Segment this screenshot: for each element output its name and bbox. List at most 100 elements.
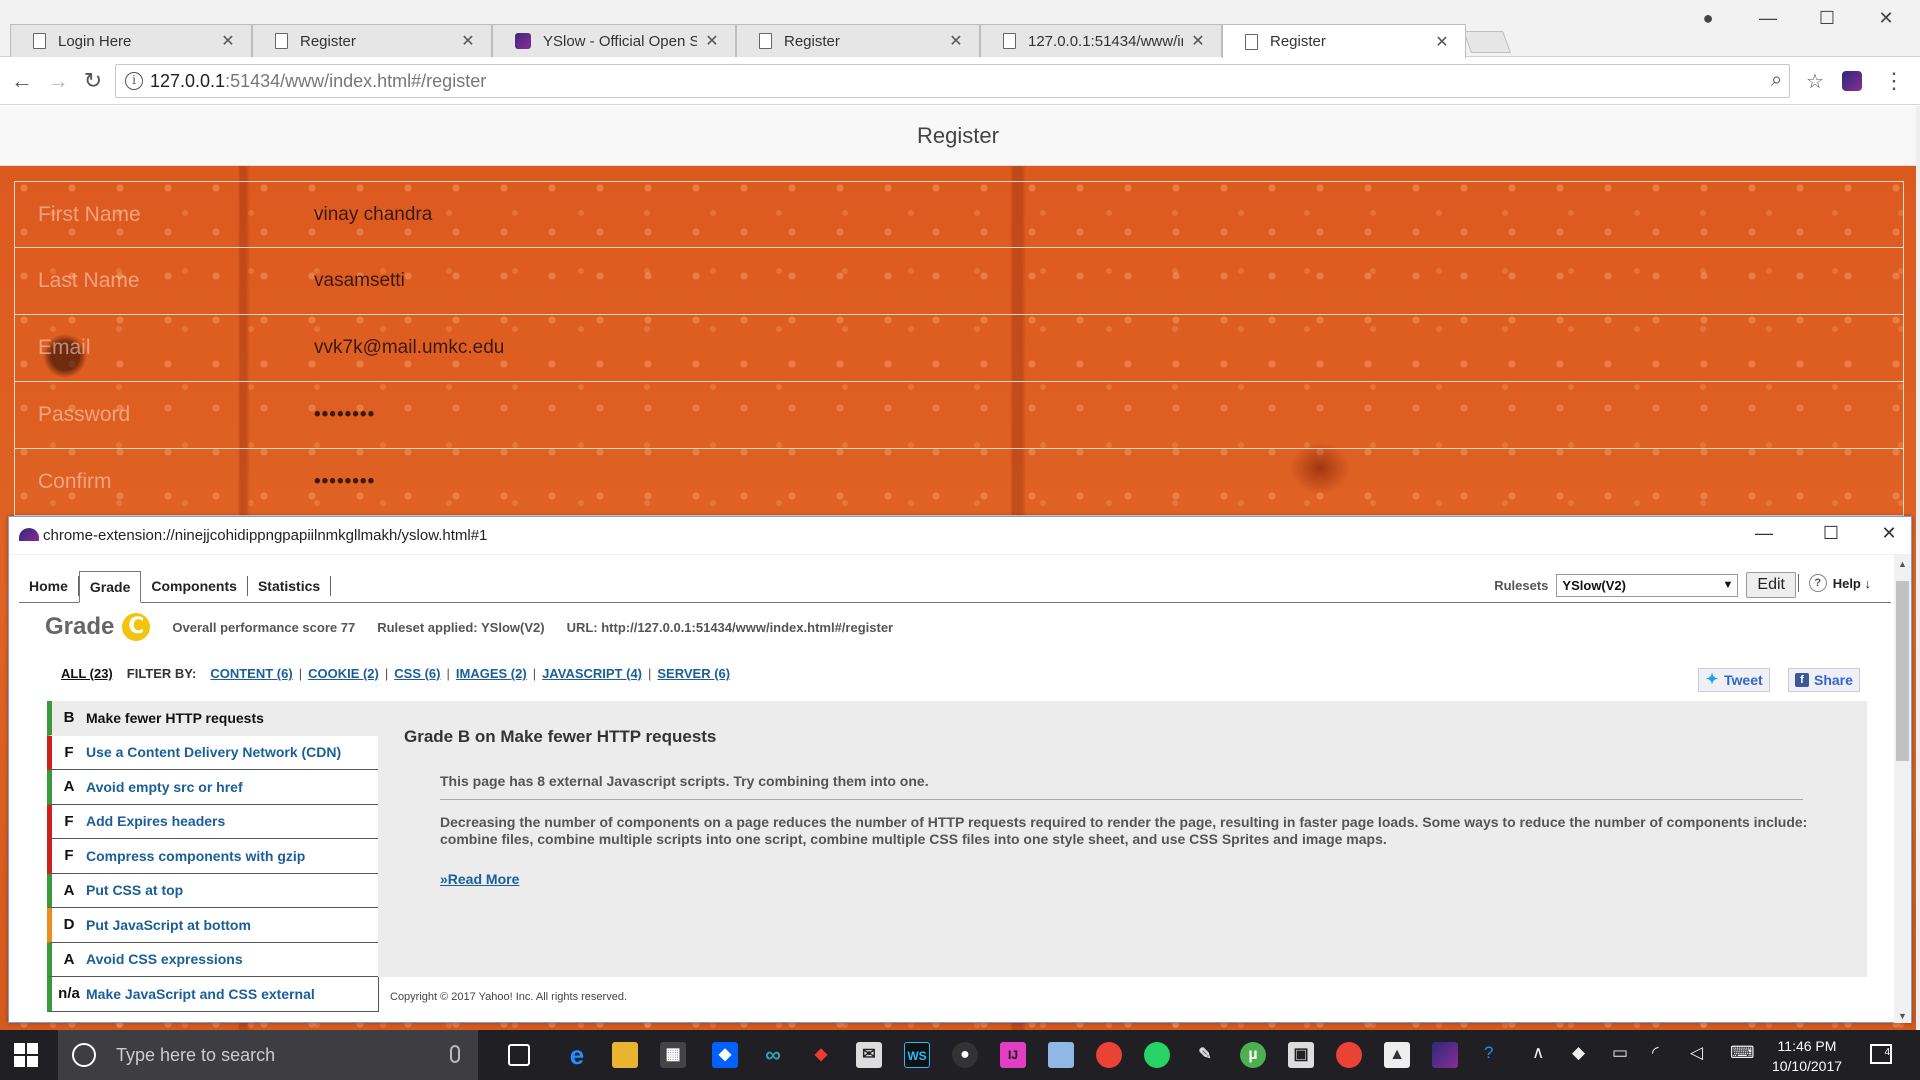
list-item[interactable]: D Put JavaScript at bottom <box>47 908 379 943</box>
forward-icon[interactable]: → <box>44 68 72 94</box>
zoom-icon[interactable]: ⌕ <box>1771 69 1782 92</box>
store-icon[interactable]: ▦ <box>660 1042 686 1068</box>
webstorm-icon[interactable]: WS <box>904 1042 930 1068</box>
keyboard-icon[interactable]: ⌨ <box>1730 1043 1755 1063</box>
virtualbox-icon[interactable] <box>1048 1042 1074 1068</box>
last-name-field[interactable]: Last Name vasamsetti <box>14 248 1904 315</box>
github-icon[interactable]: ● <box>952 1042 978 1068</box>
mail-icon[interactable]: ✉ <box>856 1042 882 1068</box>
close-window-icon[interactable]: ✕ <box>1874 8 1898 29</box>
browser-tab[interactable]: Login Here ✕ <box>10 24 252 57</box>
dropbox-icon[interactable]: ◆ <box>712 1042 738 1068</box>
minimize-icon[interactable]: — <box>1756 8 1780 29</box>
filter-cookie[interactable]: COOKIE (2) <box>308 666 379 681</box>
intellij-icon[interactable]: IJ <box>1000 1042 1026 1068</box>
maximize-icon[interactable]: ☐ <box>1819 523 1843 544</box>
first-name-field[interactable]: First Name vinay chandra <box>14 181 1904 248</box>
scroll-down-icon[interactable]: ▼ <box>1894 1011 1911 1021</box>
close-icon[interactable]: ✕ <box>705 31 719 51</box>
battery-icon[interactable]: ▭ <box>1612 1043 1628 1063</box>
profile-icon[interactable]: ● <box>1696 8 1720 29</box>
browser-tab-active[interactable]: Register ✕ <box>1222 24 1466 58</box>
maximize-icon[interactable]: ☐ <box>1815 8 1839 29</box>
confirm-password-field[interactable]: Confirm •••••••• <box>14 449 1904 516</box>
edit-button[interactable]: Edit <box>1746 572 1796 598</box>
list-item[interactable]: F Use a Content Delivery Network (CDN) <box>47 735 379 770</box>
filter-server[interactable]: SERVER (6) <box>657 666 730 681</box>
browser-tab[interactable]: Register ✕ <box>252 24 492 57</box>
browser-tab[interactable]: YSlow - Official Open So ✕ <box>492 24 736 57</box>
filter-css[interactable]: CSS (6) <box>394 666 440 681</box>
filter-content[interactable]: CONTENT (6) <box>210 666 292 681</box>
tab-statistics[interactable]: Statistics <box>248 576 332 596</box>
tweet-button[interactable]: ✦ Tweet <box>1698 668 1770 692</box>
clock[interactable]: 11:46 PM 10/10/2017 <box>1761 1036 1853 1076</box>
task-view-icon[interactable] <box>508 1044 530 1066</box>
field-value[interactable]: •••••••• <box>314 404 375 426</box>
field-value[interactable]: vinay chandra <box>314 204 432 226</box>
list-item[interactable]: A Put CSS at top <box>47 873 379 908</box>
list-item[interactable]: F Add Expires headers <box>47 804 379 839</box>
close-icon[interactable]: ✕ <box>1877 523 1901 544</box>
filter-all[interactable]: ALL (23) <box>61 666 113 681</box>
minimize-icon[interactable]: — <box>1752 523 1776 544</box>
whatsapp-icon[interactable] <box>1144 1042 1170 1068</box>
chrome-icon[interactable] <box>1096 1042 1122 1068</box>
wifi-icon[interactable]: ◜ <box>1652 1043 1659 1063</box>
yslow-extension-icon[interactable] <box>1842 71 1862 91</box>
paint-icon[interactable]: ✎ <box>1192 1042 1218 1068</box>
new-tab-button[interactable] <box>1462 31 1512 53</box>
help-menu[interactable]: ? Help ↓ <box>1797 574 1871 592</box>
app-icon[interactable]: ▣ <box>1288 1042 1314 1068</box>
browser-tab[interactable]: Register ✕ <box>736 24 980 57</box>
edge-icon[interactable]: e <box>564 1042 590 1068</box>
photos-icon[interactable]: ▲ <box>1384 1042 1410 1068</box>
list-item[interactable]: A Avoid CSS expressions <box>47 942 379 977</box>
chrome-icon[interactable] <box>1336 1042 1362 1068</box>
filter-javascript[interactable]: JAVASCRIPT (4) <box>542 666 642 681</box>
field-value[interactable]: •••••••• <box>314 471 375 493</box>
dropbox-tray-icon[interactable]: ◆ <box>1572 1043 1585 1063</box>
list-item[interactable]: A Avoid empty src or href <box>47 770 379 805</box>
bookmark-star-icon[interactable]: ☆ <box>1806 69 1824 94</box>
tab-grade[interactable]: Grade <box>78 571 142 603</box>
git-icon[interactable]: ◆ <box>808 1042 834 1068</box>
utorrent-icon[interactable]: µ <box>1240 1042 1266 1068</box>
list-item[interactable]: n/a Make JavaScript and CSS external <box>47 977 379 1012</box>
share-button[interactable]: f Share <box>1788 668 1860 692</box>
volume-icon[interactable]: ◁ <box>1690 1043 1703 1063</box>
yslow-icon[interactable] <box>1432 1042 1458 1068</box>
reload-icon[interactable]: ↻ <box>79 68 107 94</box>
microphone-icon[interactable] <box>450 1045 460 1063</box>
list-item[interactable]: F Compress components with gzip <box>47 839 379 874</box>
help-icon[interactable]: ? <box>1484 1043 1493 1063</box>
file-explorer-icon[interactable] <box>612 1042 638 1068</box>
notification-icon[interactable]: 4 <box>1870 1044 1892 1064</box>
arduino-icon[interactable]: ∞ <box>760 1042 786 1068</box>
close-icon[interactable]: ✕ <box>221 31 235 51</box>
address-bar[interactable]: i 127.0.0.1:51434/www/index.html#/regist… <box>115 64 1824 98</box>
field-value[interactable]: vasamsetti <box>314 270 405 292</box>
password-field[interactable]: Password •••••••• <box>14 382 1904 449</box>
close-icon[interactable]: ✕ <box>461 31 475 51</box>
windows-start-icon[interactable] <box>14 1043 38 1067</box>
back-icon[interactable]: ← <box>8 68 36 94</box>
page-scrollbar[interactable] <box>1916 106 1920 1030</box>
ruleset-select[interactable]: YSlow(V2) ▼ <box>1556 573 1739 597</box>
scroll-up-icon[interactable]: ▲ <box>1894 559 1911 569</box>
taskbar-search[interactable]: Type here to search <box>58 1030 478 1080</box>
close-icon[interactable]: ✕ <box>1191 31 1205 51</box>
email-field[interactable]: Email vvk7k@mail.umkc.edu <box>14 315 1904 382</box>
yslow-scrollbar[interactable]: ▲ ▼ <box>1894 555 1911 1023</box>
scroll-thumb[interactable] <box>1896 581 1909 761</box>
field-value[interactable]: vvk7k@mail.umkc.edu <box>314 337 504 359</box>
read-more-link[interactable]: »Read More <box>440 871 519 887</box>
close-icon[interactable]: ✕ <box>949 31 963 51</box>
info-icon[interactable]: i <box>125 72 143 90</box>
menu-icon[interactable]: ⋮ <box>1880 68 1908 94</box>
filter-images[interactable]: IMAGES (2) <box>456 666 527 681</box>
tab-components[interactable]: Components <box>141 576 248 596</box>
list-item[interactable]: B Make fewer HTTP requests <box>47 701 379 736</box>
close-icon[interactable]: ✕ <box>1435 32 1449 52</box>
browser-tab[interactable]: 127.0.0.1:51434/www/inc ✕ <box>980 24 1222 57</box>
